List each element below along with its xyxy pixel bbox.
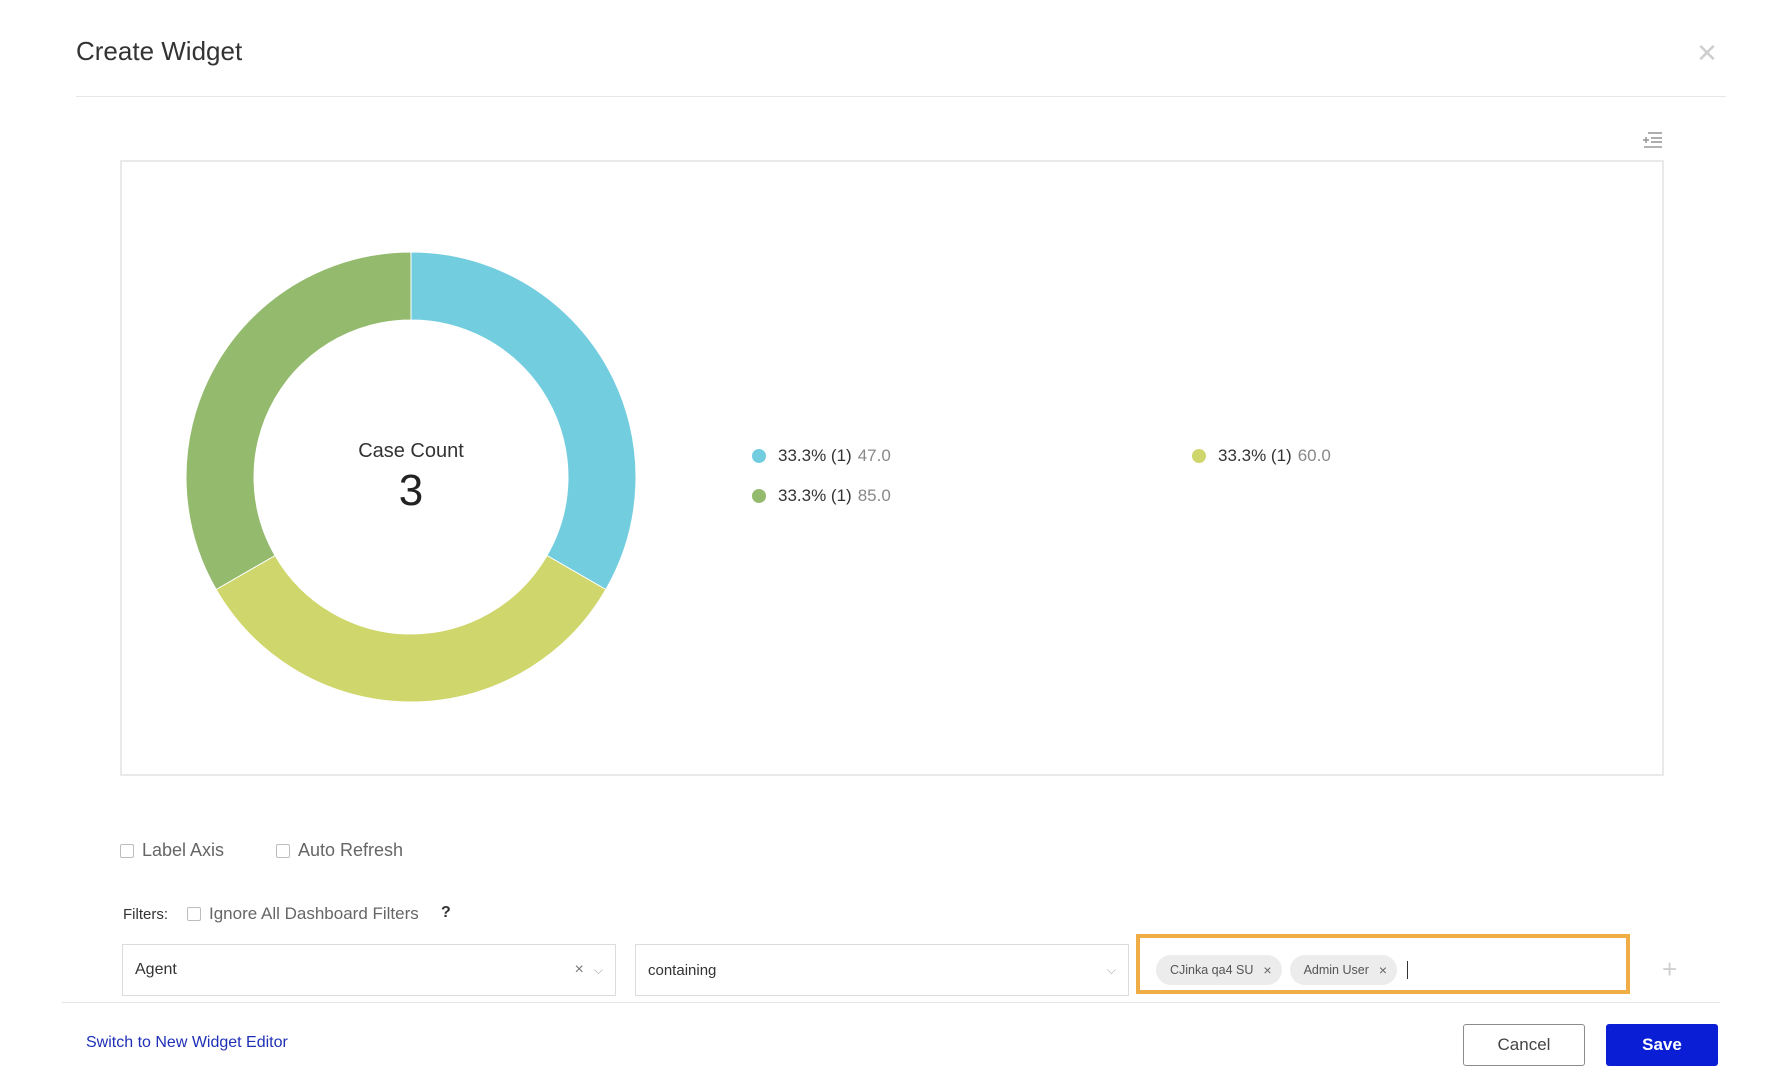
focus-highlight [1136, 934, 1630, 994]
legend-swatch [752, 489, 766, 503]
filter-operator-select[interactable]: containing ⌵ [635, 944, 1129, 996]
filter-field-select[interactable]: Agent × ⌵ [122, 944, 616, 996]
legend-item[interactable]: 33.3% (1) 85.0 [752, 486, 891, 506]
auto-refresh-checkbox[interactable] [276, 843, 290, 858]
ignore-dashboard-filters-option[interactable]: Ignore All Dashboard Filters [187, 904, 419, 924]
legend-item[interactable]: 33.3% (1) 60.0 [1192, 446, 1331, 466]
footer-divider [62, 1002, 1720, 1003]
legend-swatch [1192, 449, 1206, 463]
label-axis-label: Label Axis [142, 840, 225, 860]
chevron-down-icon[interactable]: ⌵ [1107, 963, 1116, 978]
label-axis-checkbox[interactable] [120, 843, 134, 858]
legend-value: 47.0 [857, 446, 891, 465]
donut-center-label: Case Count [358, 440, 464, 462]
auto-refresh-option[interactable]: Auto Refresh [276, 840, 403, 861]
save-button[interactable]: Save [1606, 1024, 1718, 1066]
donut-slice-0[interactable] [410, 252, 636, 591]
donut-slice-1[interactable] [215, 554, 607, 703]
donut-center-value: 3 [398, 466, 424, 515]
settings-list-icon[interactable] [1640, 128, 1664, 152]
legend-percent: 33.3% (1) [1218, 446, 1292, 465]
legend-percent: 33.3% (1) [778, 486, 852, 505]
filter-operator-value: containing [648, 961, 717, 979]
clear-icon[interactable]: × [575, 961, 584, 979]
cancel-button[interactable]: Cancel [1463, 1024, 1585, 1066]
chevron-down-icon[interactable]: ⌵ [594, 963, 603, 978]
switch-editor-link[interactable]: Switch to New Widget Editor [86, 1034, 288, 1052]
help-icon[interactable]: ? [441, 904, 451, 922]
label-axis-option[interactable]: Label Axis [120, 840, 224, 861]
ignore-dashboard-filters-checkbox[interactable] [187, 907, 201, 921]
filter-field-value: Agent [135, 961, 177, 978]
legend-item[interactable]: 33.3% (1) 47.0 [752, 446, 891, 466]
legend-percent: 33.3% (1) [778, 446, 852, 465]
close-icon[interactable]: ✕ [1694, 40, 1720, 66]
add-filter-icon[interactable]: + [1662, 954, 1677, 985]
header-divider [76, 96, 1726, 97]
legend-value: 85.0 [857, 486, 891, 505]
legend-value: 60.0 [1297, 446, 1331, 465]
dialog-title: Create Widget [76, 36, 243, 66]
filters-label: Filters: [123, 906, 168, 923]
legend-swatch [752, 449, 766, 463]
ignore-dashboard-filters-label: Ignore All Dashboard Filters [209, 904, 419, 923]
donut-slice-2[interactable] [186, 252, 412, 591]
auto-refresh-label: Auto Refresh [298, 840, 404, 860]
